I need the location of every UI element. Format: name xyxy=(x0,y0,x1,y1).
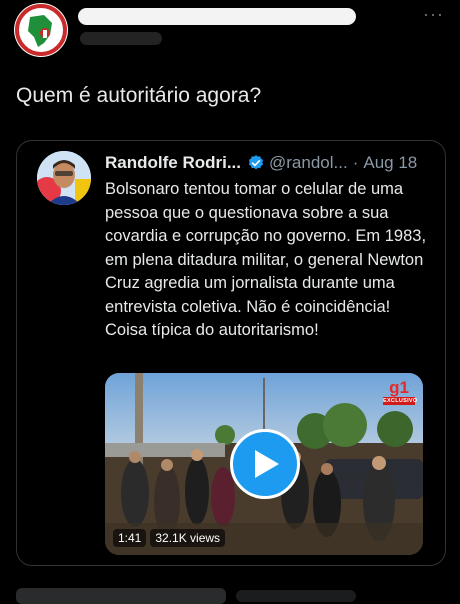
author-avatar[interactable] xyxy=(14,3,68,57)
exclusive-badge: EXCLUSIVO xyxy=(383,397,418,405)
video-views: 32.1K views xyxy=(150,529,226,547)
video-player[interactable]: g1 EXCLUSIVO 1:41 32.1K views xyxy=(105,373,423,555)
quoted-author-handle[interactable]: @randol... xyxy=(269,153,348,173)
quoted-author-avatar[interactable] xyxy=(37,151,91,205)
quoted-tweet-text: Bolsonaro tentou tomar o celular de uma … xyxy=(105,180,427,339)
quoted-tweet-card[interactable]: Randolfe Rodri... @randol... · Aug 18 Bo… xyxy=(16,140,446,566)
redacted-handle xyxy=(80,32,162,45)
verified-badge-icon xyxy=(247,154,265,172)
g1-logo-text: g1 xyxy=(389,378,409,397)
video-duration: 1:41 xyxy=(113,529,147,547)
redacted-name xyxy=(78,8,356,25)
play-icon xyxy=(255,450,279,478)
separator-dot: · xyxy=(352,153,359,172)
g1-logo: g1 EXCLUSIVO xyxy=(383,378,418,405)
redacted-timestamp xyxy=(16,588,226,604)
play-button[interactable] xyxy=(230,429,300,499)
tweet-header: ··· xyxy=(0,0,460,70)
quoted-tweet-date[interactable]: Aug 18 xyxy=(363,153,417,173)
more-options-button[interactable]: ··· xyxy=(423,4,444,25)
video-meta: 1:41 32.1K views xyxy=(113,529,226,547)
redacted-source xyxy=(236,590,356,602)
tweet-text: Quem é autoritário agora? xyxy=(16,84,262,107)
quoted-author-name[interactable]: Randolfe Rodri... xyxy=(105,153,241,173)
quoted-tweet-header: Randolfe Rodri... @randol... · Aug 18 xyxy=(105,151,429,175)
